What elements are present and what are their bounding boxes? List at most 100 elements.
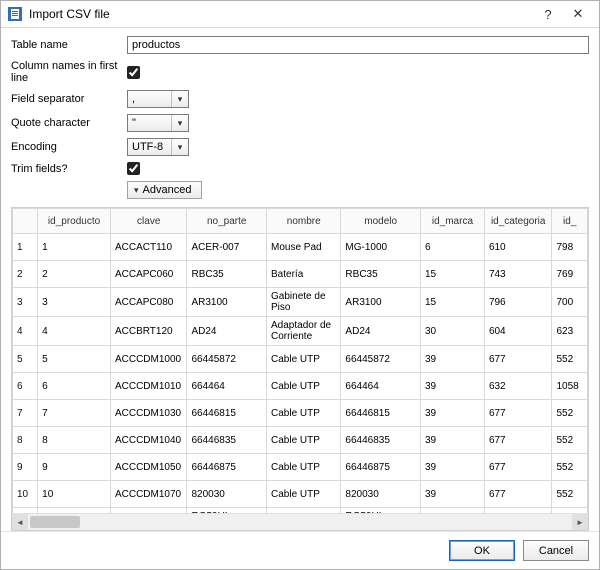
cell[interactable]: 66446815 xyxy=(187,400,267,427)
cell[interactable]: 66445872 xyxy=(187,346,267,373)
cell[interactable]: 1 xyxy=(38,234,111,261)
column-names-checkbox[interactable] xyxy=(127,66,140,79)
cell[interactable]: Cable UTP xyxy=(267,400,341,427)
scroll-right-arrow-icon[interactable]: ► xyxy=(572,514,588,530)
cell[interactable]: 39 xyxy=(420,400,484,427)
cell[interactable]: 552 xyxy=(552,346,588,373)
cell[interactable]: Batería xyxy=(267,261,341,288)
cell[interactable]: 30 xyxy=(420,317,484,346)
cell[interactable]: Cable UTP xyxy=(267,346,341,373)
scroll-left-arrow-icon[interactable]: ◄ xyxy=(12,514,28,530)
quote-character-select[interactable]: " ▾ xyxy=(127,114,189,132)
cell[interactable]: 798 xyxy=(552,234,588,261)
cell[interactable]: Adaptador de Corriente xyxy=(267,317,341,346)
cell[interactable]: RBC35 xyxy=(341,261,421,288)
column-header[interactable]: id_categoria xyxy=(484,209,552,234)
encoding-select[interactable]: UTF-8 ▾ xyxy=(127,138,189,156)
trim-fields-checkbox[interactable] xyxy=(127,162,140,175)
cell[interactable]: 552 xyxy=(552,400,588,427)
cell[interactable]: AR3100 xyxy=(341,288,421,317)
cell[interactable]: RBC35 xyxy=(187,261,267,288)
table-row[interactable]: 22ACCAPC060RBC35BateríaRBC3515743769 xyxy=(13,261,588,288)
cell[interactable]: 66446835 xyxy=(187,427,267,454)
cell[interactable]: 677 xyxy=(484,481,552,508)
table-row[interactable]: 77ACCCDM103066446815Cable UTP66446815396… xyxy=(13,400,588,427)
cell[interactable]: ACCCDM1050 xyxy=(110,454,187,481)
table-name-input[interactable] xyxy=(127,36,589,54)
cell[interactable]: AD24 xyxy=(187,317,267,346)
table-row[interactable]: 55ACCCDM100066445872Cable UTP66445872396… xyxy=(13,346,588,373)
column-header[interactable]: modelo xyxy=(341,209,421,234)
field-separator-select[interactable]: , ▾ xyxy=(127,90,189,108)
cell[interactable]: ACCBRT120 xyxy=(110,317,187,346)
cell[interactable]: 66445872 xyxy=(341,346,421,373)
scroll-thumb[interactable] xyxy=(30,516,80,528)
cell[interactable]: 5 xyxy=(38,346,111,373)
table-row[interactable]: 33ACCAPC080AR3100Gabinete de PisoAR31001… xyxy=(13,288,588,317)
cell[interactable]: Mouse Pad xyxy=(267,234,341,261)
cell[interactable]: 552 xyxy=(552,481,588,508)
cell[interactable]: ACCCDM1070 xyxy=(110,481,187,508)
cell[interactable]: AR3100 xyxy=(187,288,267,317)
cell[interactable]: 10 xyxy=(38,481,111,508)
cell[interactable]: 3 xyxy=(38,288,111,317)
cell[interactable]: MG-1000 xyxy=(341,234,421,261)
cell[interactable]: 1058 xyxy=(552,373,588,400)
cell[interactable]: ACCACT110 xyxy=(110,234,187,261)
cell[interactable]: 677 xyxy=(484,346,552,373)
cell[interactable]: ACCCDM1000 xyxy=(110,346,187,373)
cell[interactable]: ACCAPC060 xyxy=(110,261,187,288)
cell[interactable]: 39 xyxy=(420,427,484,454)
column-header[interactable]: clave xyxy=(110,209,187,234)
cell[interactable]: Cable UTP xyxy=(267,373,341,400)
cell[interactable]: Cable UTP xyxy=(267,427,341,454)
cell[interactable]: 39 xyxy=(420,454,484,481)
cell[interactable]: ACCCDM1010 xyxy=(110,373,187,400)
cell[interactable]: 820030 xyxy=(187,481,267,508)
cell[interactable]: 4 xyxy=(38,317,111,346)
cell[interactable]: 552 xyxy=(552,454,588,481)
table-row[interactable]: 99ACCCDM105066446875Cable UTP66446875396… xyxy=(13,454,588,481)
cell[interactable]: Cable UTP xyxy=(267,454,341,481)
cell[interactable]: 743 xyxy=(484,261,552,288)
cell[interactable]: 39 xyxy=(420,373,484,400)
cell[interactable]: 39 xyxy=(420,481,484,508)
column-header[interactable]: id_ xyxy=(552,209,588,234)
cell[interactable]: AD24 xyxy=(341,317,421,346)
cell[interactable]: Gabinete de Piso xyxy=(267,288,341,317)
cell[interactable]: 66446835 xyxy=(341,427,421,454)
table-row[interactable]: 1010ACCCDM1070820030Cable UTP82003039677… xyxy=(13,481,588,508)
cell[interactable]: 39 xyxy=(420,346,484,373)
table-row[interactable]: 88ACCCDM104066446835Cable UTP66446835396… xyxy=(13,427,588,454)
cell[interactable]: ACCCDM1030 xyxy=(110,400,187,427)
cell[interactable]: 66446815 xyxy=(341,400,421,427)
column-header[interactable]: no_parte xyxy=(187,209,267,234)
cell[interactable]: 664464 xyxy=(187,373,267,400)
cell[interactable]: 677 xyxy=(484,400,552,427)
cancel-button[interactable]: Cancel xyxy=(523,540,589,561)
table-row[interactable]: 66ACCCDM1010664464Cable UTP6644643963210… xyxy=(13,373,588,400)
cell[interactable]: 552 xyxy=(552,427,588,454)
cell[interactable]: Cable UTP xyxy=(267,481,341,508)
cell[interactable]: 7 xyxy=(38,400,111,427)
cell[interactable]: 677 xyxy=(484,427,552,454)
cell[interactable]: 796 xyxy=(484,288,552,317)
cell[interactable]: 8 xyxy=(38,427,111,454)
cell[interactable]: 66446875 xyxy=(341,454,421,481)
cell[interactable]: 604 xyxy=(484,317,552,346)
cell[interactable]: 2 xyxy=(38,261,111,288)
cell[interactable]: 623 xyxy=(552,317,588,346)
cell[interactable]: ACER-007 xyxy=(187,234,267,261)
cell[interactable]: 15 xyxy=(420,288,484,317)
cell[interactable]: 6 xyxy=(420,234,484,261)
cell[interactable]: 700 xyxy=(552,288,588,317)
cell[interactable]: 15 xyxy=(420,261,484,288)
cell[interactable]: 820030 xyxy=(341,481,421,508)
ok-button[interactable]: OK xyxy=(449,540,515,561)
cell[interactable]: 66446875 xyxy=(187,454,267,481)
advanced-button[interactable]: ▾ Advanced xyxy=(127,181,202,199)
cell[interactable]: 9 xyxy=(38,454,111,481)
table-row[interactable]: 44ACCBRT120AD24Adaptador de CorrienteAD2… xyxy=(13,317,588,346)
help-button[interactable]: ? xyxy=(533,1,563,27)
cell[interactable]: ACCAPC080 xyxy=(110,288,187,317)
